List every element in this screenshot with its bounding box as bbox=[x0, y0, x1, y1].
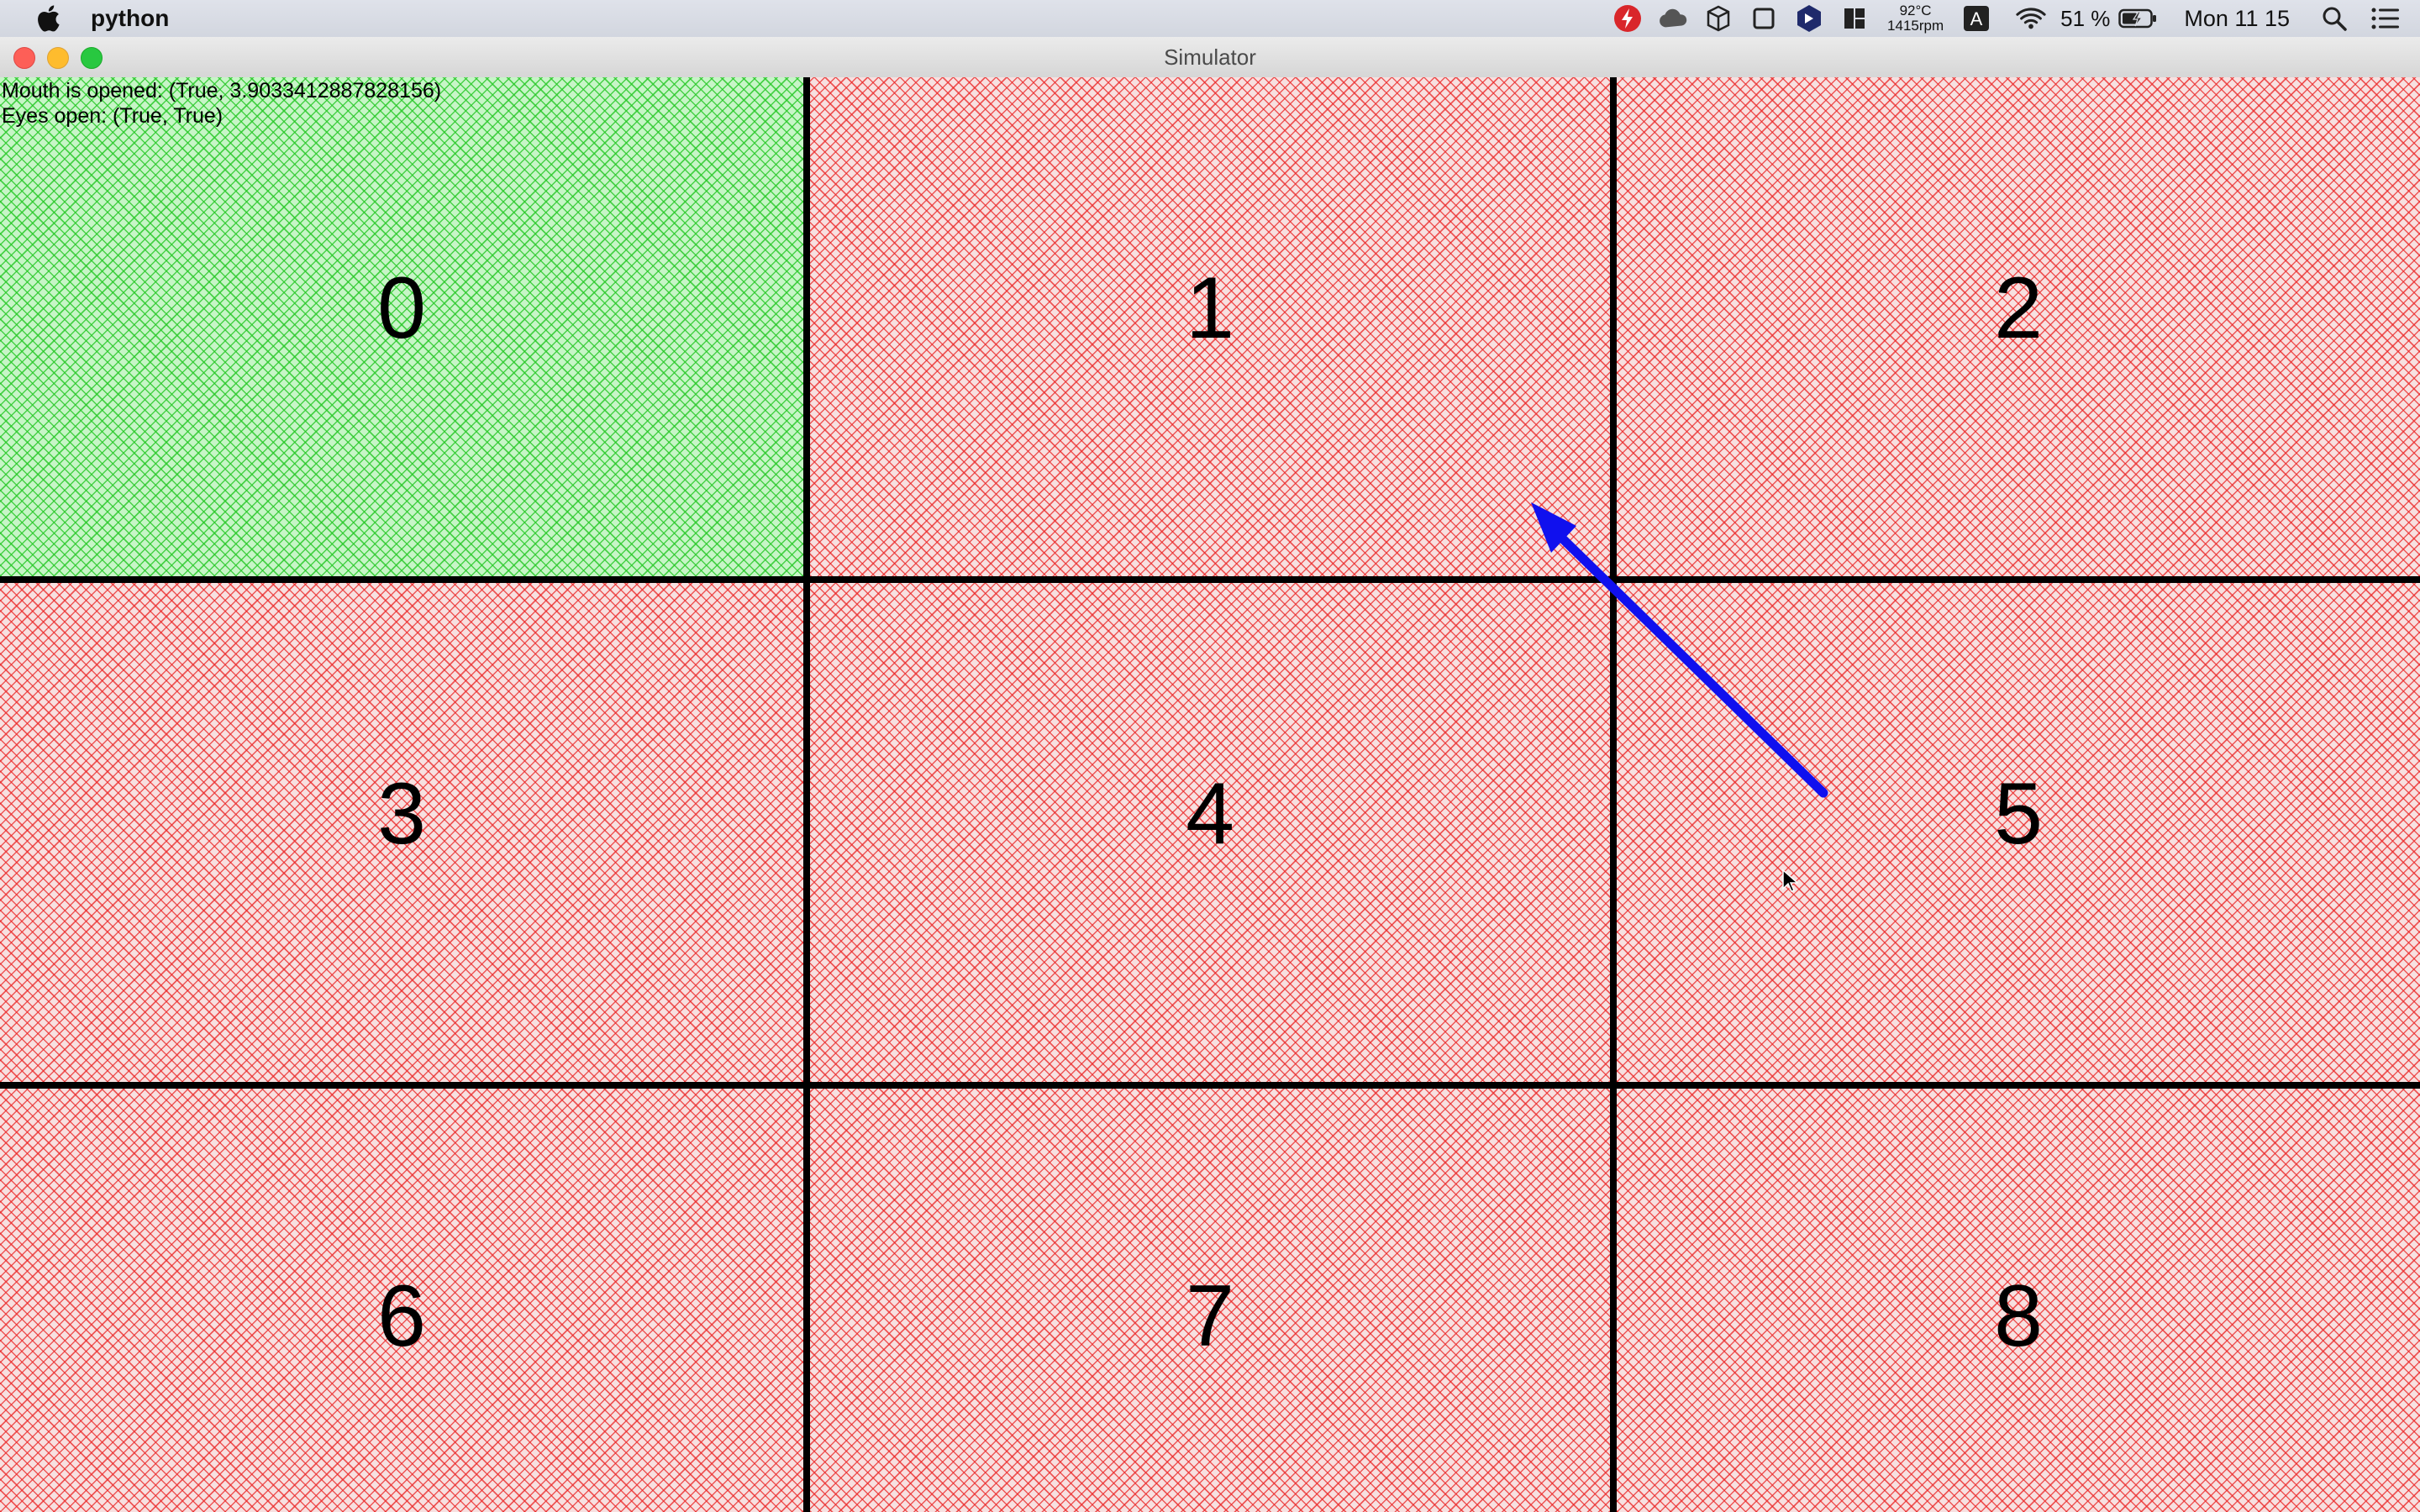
cell-label: 1 bbox=[1186, 260, 1234, 357]
grid-cell-8[interactable]: 8 bbox=[1617, 1089, 2420, 1512]
grid-cell-2[interactable]: 2 bbox=[1617, 77, 2420, 576]
grid-cell-6[interactable]: 6 bbox=[0, 1089, 803, 1512]
temperature-text: 92°C bbox=[1899, 3, 1932, 18]
input-source-letter: A bbox=[1970, 8, 1983, 29]
cell-label: 0 bbox=[377, 260, 426, 357]
app-name-menu[interactable]: python bbox=[91, 5, 169, 32]
simulator-canvas[interactable]: 0 1 2 3 4 5 6 7 8 Mouth is opened: (True… bbox=[0, 77, 2420, 1512]
grid-cell-5[interactable]: 5 bbox=[1617, 583, 2420, 1082]
box-icon[interactable] bbox=[1703, 3, 1733, 34]
cell-label: 3 bbox=[377, 765, 426, 863]
cell-label: 4 bbox=[1186, 765, 1234, 863]
cell-label: 8 bbox=[1994, 1268, 2043, 1365]
cell-label: 6 bbox=[377, 1268, 426, 1365]
grid-cell-0[interactable]: 0 bbox=[0, 77, 803, 576]
battery-icon[interactable] bbox=[2118, 3, 2158, 34]
hexagon-icon[interactable] bbox=[1794, 3, 1824, 34]
window-title: Simulator bbox=[1164, 45, 1256, 70]
grid-cell-4[interactable]: 4 bbox=[810, 583, 1610, 1082]
menubar-clock[interactable]: Mon 11 15 bbox=[2184, 6, 2290, 32]
grid-cell-3[interactable]: 3 bbox=[0, 583, 803, 1082]
mouse-cursor-icon bbox=[1782, 869, 1798, 892]
fan-speed-text: 1415rpm bbox=[1887, 18, 1944, 34]
flash-icon[interactable] bbox=[1612, 3, 1643, 34]
cell-label: 2 bbox=[1994, 260, 2043, 357]
cell-label: 7 bbox=[1186, 1268, 1234, 1365]
eyes-status-text: Eyes open: (True, True) bbox=[2, 104, 224, 128]
status-area: 92°C 1415rpm A 51 % Mon 11 15 bbox=[1605, 0, 2408, 37]
list-icon[interactable] bbox=[2370, 3, 2401, 34]
square-icon[interactable] bbox=[1749, 3, 1779, 34]
wifi-icon[interactable] bbox=[2016, 3, 2046, 34]
apple-icon[interactable] bbox=[34, 2, 62, 35]
battery-percent[interactable]: 51 % bbox=[2060, 6, 2110, 32]
menu-bar: python 92°C 1415rpm A 51 % Mon 11 15 bbox=[0, 0, 2420, 37]
mouth-status-text: Mouth is opened: (True, 3.90334128878281… bbox=[2, 79, 442, 102]
grid-cell-1[interactable]: 1 bbox=[810, 77, 1610, 576]
grid-cell-7[interactable]: 7 bbox=[810, 1089, 1610, 1512]
layout-icon[interactable] bbox=[1839, 3, 1870, 34]
window-titlebar[interactable]: Simulator bbox=[0, 37, 2420, 78]
sensor-readout[interactable]: 92°C 1415rpm bbox=[1887, 3, 1944, 34]
search-icon[interactable] bbox=[2319, 3, 2349, 34]
cloud-icon[interactable] bbox=[1658, 3, 1688, 34]
cell-label: 5 bbox=[1994, 765, 2043, 863]
input-source-icon[interactable]: A bbox=[1961, 3, 1991, 34]
